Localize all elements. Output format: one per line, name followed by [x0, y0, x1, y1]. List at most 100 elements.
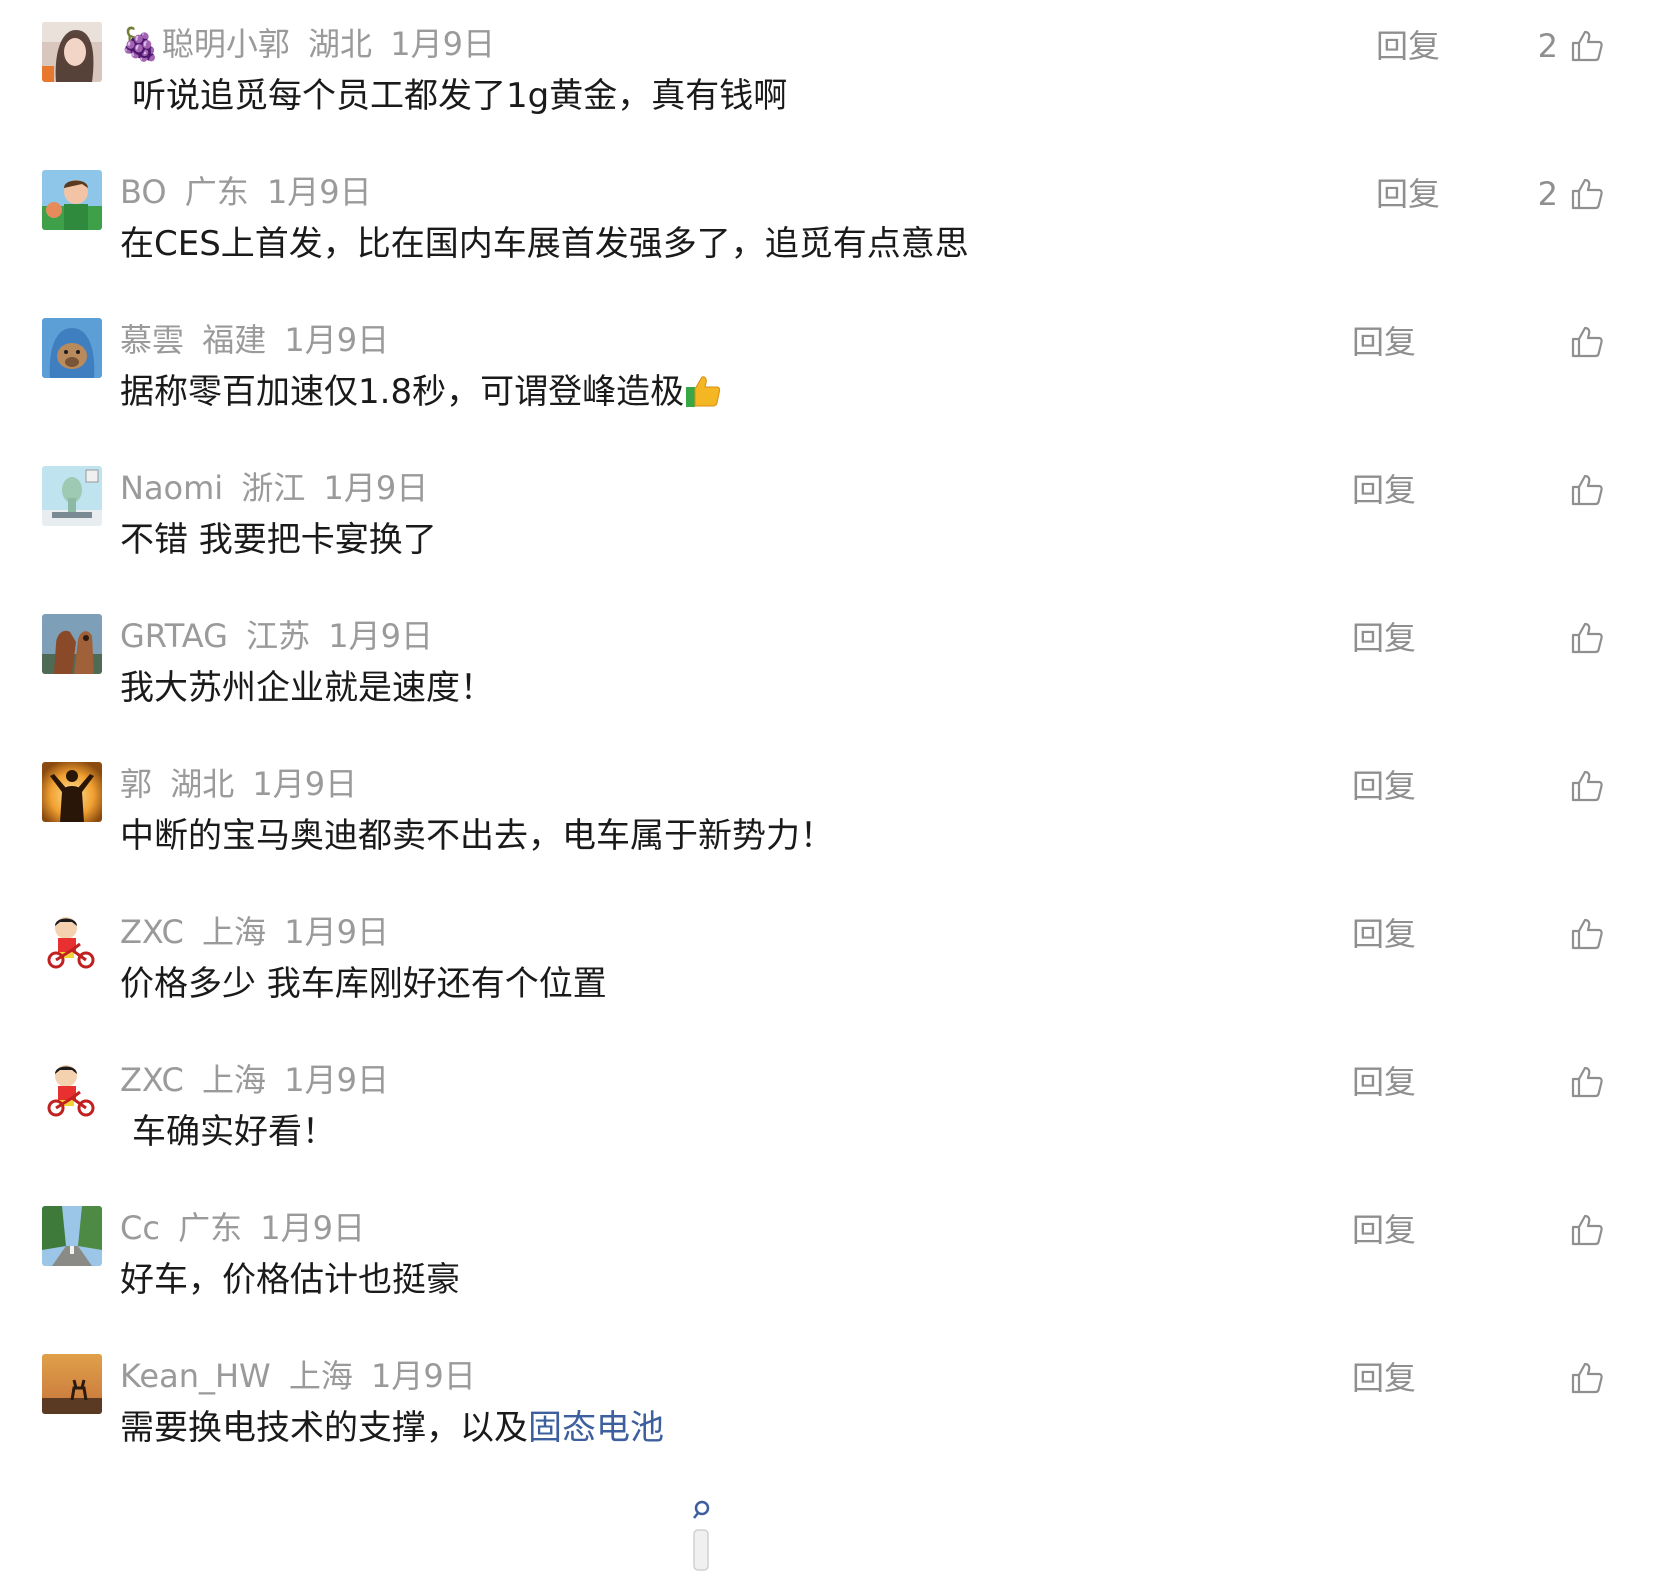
- comment-meta: ZXC 上海 1月9日: [120, 910, 397, 954]
- username[interactable]: 聪明小郭: [162, 25, 290, 63]
- avatar[interactable]: [42, 762, 102, 822]
- username[interactable]: 慕雲: [120, 321, 184, 359]
- avatar[interactable]: [42, 22, 102, 82]
- grapes-icon: 🍇: [120, 25, 160, 63]
- forest-road-avatar-icon: [42, 1206, 102, 1266]
- avatar[interactable]: [42, 1206, 102, 1266]
- avatar[interactable]: [42, 910, 102, 970]
- reply-button[interactable]: 回复: [1352, 764, 1416, 808]
- date: 1月9日: [252, 765, 358, 803]
- comment-meta: 慕雲 福建 1月9日: [120, 318, 397, 362]
- reply-button[interactable]: 回复: [1352, 912, 1416, 956]
- like-button[interactable]: [1570, 1060, 1604, 1104]
- date: 1月9日: [328, 617, 433, 655]
- avatar[interactable]: [42, 318, 102, 378]
- region: 浙江: [241, 469, 306, 507]
- avatar[interactable]: [42, 170, 102, 230]
- like-button[interactable]: [1570, 320, 1604, 364]
- thumbs-up-icon: [1571, 474, 1603, 506]
- avatar[interactable]: [42, 466, 102, 526]
- comment-text-body: 据称零百加速仅1.8秒，可谓登峰造极: [120, 372, 685, 412]
- comment-meta: ZXC 上海 1月9日: [120, 1058, 397, 1102]
- like-button[interactable]: 2: [1538, 24, 1604, 68]
- region: 湖北: [308, 25, 373, 63]
- comment-item: 郭 湖北 1月9日 中断的宝马奥迪都卖不出去，电车属于新势力！ 回复: [0, 740, 1668, 880]
- squidward-avatar-icon: [42, 466, 102, 526]
- reply-button[interactable]: 回复: [1352, 616, 1416, 660]
- region: 广东: [184, 173, 249, 211]
- comment-text: 在CES上首发，比在国内车展首发强多了，追觅有点意思: [120, 224, 969, 264]
- like-button[interactable]: [1570, 764, 1604, 808]
- date: 1月9日: [323, 469, 429, 507]
- comment-text: 车确实好看！: [132, 1112, 336, 1152]
- reply-button[interactable]: 回复: [1376, 24, 1440, 68]
- sunset-silhouette-avatar-icon: [42, 762, 102, 822]
- region: 福建: [202, 321, 267, 359]
- comment-item: GRTAG 江苏 1月9日 我大苏州企业就是速度！ 回复: [0, 592, 1668, 732]
- comment-item: Naomi 浙江 1月9日 不错 我要把卡宴换了 回复: [0, 444, 1668, 584]
- avatar[interactable]: [42, 614, 102, 674]
- comment-item: 慕雲 福建 1月9日 据称零百加速仅1.8秒，可谓登峰造极 回复: [0, 296, 1668, 436]
- date: 1月9日: [390, 25, 495, 63]
- comment-meta: BO 广东 1月9日: [120, 170, 380, 214]
- username[interactable]: ZXC: [120, 913, 184, 951]
- date: 1月9日: [260, 1209, 366, 1247]
- date: 1月9日: [284, 913, 389, 951]
- text-fade-overlay: [670, 1512, 1010, 1566]
- username[interactable]: 郭: [120, 765, 152, 803]
- thumbs-up-icon: [1571, 1214, 1603, 1246]
- username[interactable]: ZXC: [120, 1061, 184, 1099]
- topic-link[interactable]: 固态电池: [528, 1408, 664, 1448]
- comment-text: 需要换电技术的支撑，以及固态电池: [120, 1404, 664, 1452]
- username[interactable]: Kean_HW: [120, 1357, 271, 1395]
- thumbs-up-icon: [1571, 30, 1603, 62]
- thumbs-up-icon: [1571, 770, 1603, 802]
- like-button[interactable]: [1570, 1356, 1604, 1400]
- like-button[interactable]: 2: [1538, 172, 1604, 216]
- comment-text: 价格多少 我车库刚好还有个位置: [120, 964, 607, 1004]
- avatar[interactable]: [42, 1354, 102, 1414]
- search-link-icon[interactable]: [688, 1500, 714, 1574]
- like-button[interactable]: [1570, 616, 1604, 660]
- like-count: 2: [1537, 27, 1558, 65]
- comment-text: 不错 我要把卡宴换了: [120, 520, 437, 560]
- comment-text: 据称零百加速仅1.8秒，可谓登峰造极: [120, 368, 722, 416]
- comment-text: 中断的宝马奥迪都卖不出去，电车属于新势力！: [120, 816, 834, 856]
- avatar[interactable]: [42, 1058, 102, 1118]
- thumbs-up-icon: [1571, 622, 1603, 654]
- region: 江苏: [246, 617, 311, 655]
- region: 上海: [202, 1061, 267, 1099]
- cartoon-avatar-icon: [42, 170, 102, 230]
- reply-button[interactable]: 回复: [1352, 1356, 1416, 1400]
- date: 1月9日: [371, 1357, 476, 1395]
- deer-sunset-avatar-icon: [42, 1354, 102, 1414]
- reply-button[interactable]: 回复: [1376, 172, 1440, 216]
- comment-text-body: 需要换电技术的支撑，以及: [120, 1408, 528, 1448]
- comment-meta: GRTAG 江苏 1月9日: [120, 614, 441, 658]
- comment-item: Kean_HW 上海 1月9日 需要换电技术的支撑，以及固态电池 回复: [0, 1332, 1668, 1472]
- date: 1月9日: [284, 1061, 389, 1099]
- region: 湖北: [170, 765, 235, 803]
- username[interactable]: Naomi: [120, 469, 223, 507]
- region: 广东: [178, 1209, 243, 1247]
- username[interactable]: BO: [120, 173, 167, 211]
- username[interactable]: GRTAG: [120, 617, 228, 655]
- crayon-shin-chan-avatar-icon: [42, 1058, 102, 1118]
- comment-text: 我大苏州企业就是速度！: [120, 668, 494, 708]
- comment-meta: Cc 广东 1月9日: [120, 1206, 373, 1250]
- comment-meta: Kean_HW 上海 1月9日: [120, 1354, 484, 1398]
- date: 1月9日: [266, 173, 372, 211]
- like-button[interactable]: [1570, 1208, 1604, 1252]
- username[interactable]: Cc: [120, 1209, 160, 1247]
- reply-button[interactable]: 回复: [1352, 468, 1416, 512]
- comment-item: Cc 广东 1月9日 好车，价格估计也挺豪 回复: [0, 1184, 1668, 1324]
- bear-hoodie-avatar-icon: [42, 318, 102, 378]
- like-button[interactable]: [1570, 468, 1604, 512]
- reply-button[interactable]: 回复: [1352, 1208, 1416, 1252]
- reply-button[interactable]: 回复: [1352, 320, 1416, 364]
- reply-button[interactable]: 回复: [1352, 1060, 1416, 1104]
- region: 上海: [202, 913, 267, 951]
- comment-item: ZXC 上海 1月9日 车确实好看！ 回复: [0, 1036, 1668, 1176]
- like-button[interactable]: [1570, 912, 1604, 956]
- comment-meta: 🍇聪明小郭 湖北 1月9日: [120, 22, 503, 66]
